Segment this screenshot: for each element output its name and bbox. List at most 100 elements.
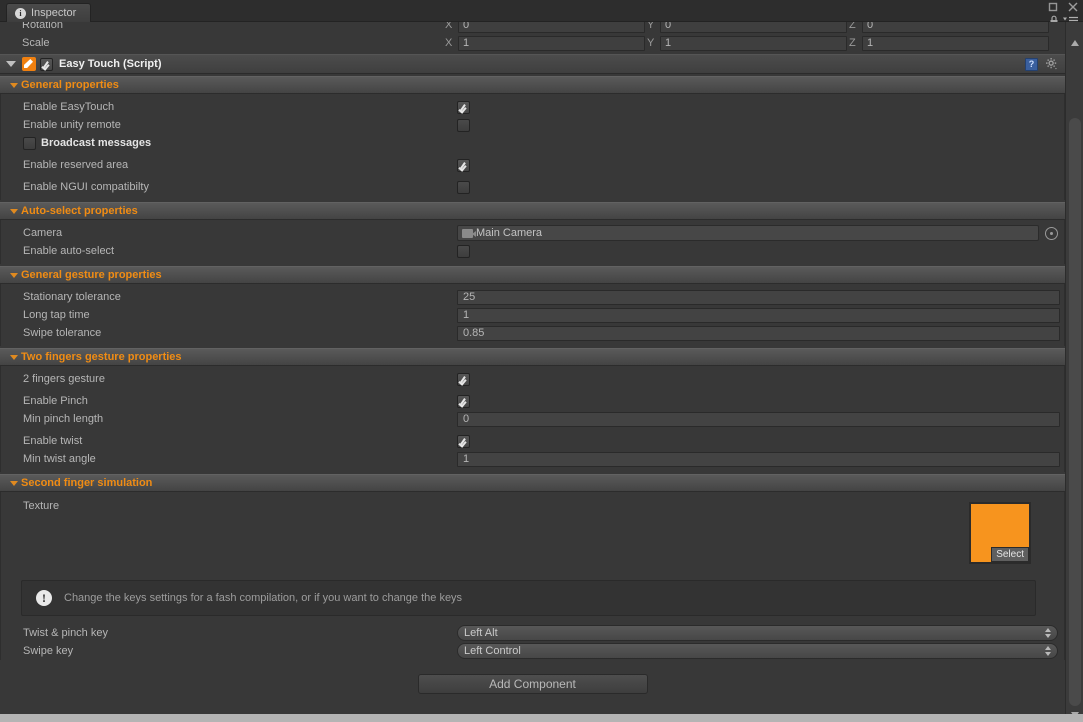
twist-pinch-key-dropdown[interactable]: Left Alt <box>457 625 1058 641</box>
help-box: ! Change the keys settings for a fash co… <box>21 580 1036 616</box>
rotation-y-field[interactable]: Y 0 <box>647 22 847 33</box>
scale-z-field[interactable]: Z 1 <box>849 35 1049 51</box>
window-controls <box>1047 1 1079 13</box>
enable-twist-checkbox[interactable] <box>457 434 470 448</box>
row-enable-easytouch: Enable EasyTouch <box>1 98 1064 116</box>
vertical-scrollbar[interactable] <box>1065 22 1083 722</box>
row-label: Enable twist <box>23 435 83 447</box>
texture-area: Texture Select <box>1 496 1064 574</box>
row-swipe-tolerance: Swipe tolerance 0.85 <box>1 324 1064 342</box>
help-box-text: Change the keys settings for a fash comp… <box>64 592 463 604</box>
min-pinch-length-input[interactable]: 0 <box>457 411 1060 427</box>
section-title: Two fingers gesture properties <box>21 351 182 363</box>
scale-z-axis: Z <box>849 37 856 49</box>
tab-inspector[interactable]: i Inspector <box>6 3 92 22</box>
chevron-updown-icon <box>1045 628 1051 638</box>
object-picker-icon[interactable] <box>1045 226 1058 240</box>
twist-pinch-key-value: Left Alt <box>464 627 498 639</box>
section-title: Second finger simulation <box>21 477 153 489</box>
close-icon[interactable] <box>1067 1 1079 13</box>
section-header-general-properties[interactable]: General properties <box>0 76 1065 94</box>
gear-icon[interactable] <box>1045 57 1059 71</box>
row-label: Min twist angle <box>23 453 96 465</box>
chevron-down-icon <box>10 480 18 486</box>
row-stationary-tolerance: Stationary tolerance 25 <box>1 288 1064 306</box>
min-twist-angle-input[interactable]: 1 <box>457 451 1060 467</box>
rotation-x-axis: X <box>445 22 453 31</box>
enable-auto-select-checkbox[interactable] <box>457 244 470 258</box>
section-body-general-properties: Enable EasyTouch Enable unity remote Bro… <box>0 94 1065 200</box>
section-title: General properties <box>21 79 119 91</box>
row-twist-pinch-key: Twist & pinch key Left Alt <box>1 624 1064 642</box>
help-book-icon[interactable]: ? <box>1025 57 1038 71</box>
enable-easytouch-checkbox[interactable] <box>457 100 470 114</box>
enable-reserved-area-checkbox[interactable] <box>457 158 470 172</box>
swipe-tolerance-input[interactable]: 0.85 <box>457 325 1060 341</box>
component-header-easy-touch[interactable]: Easy Touch (Script) ? <box>0 54 1065 74</box>
row-long-tap-time: Long tap time 1 <box>1 306 1064 324</box>
section-body-second-finger-simulation: Texture Select ! Change the keys setting… <box>0 492 1065 660</box>
section-body-two-fingers-gesture-properties: 2 fingers gesture Enable Pinch Min pinch… <box>0 366 1065 472</box>
script-icon <box>22 57 36 71</box>
chevron-updown-icon <box>1045 646 1051 656</box>
scale-label: Scale <box>22 37 50 49</box>
rotation-z-value[interactable]: 0 <box>862 22 1049 33</box>
row-label: Long tap time <box>23 309 90 321</box>
rotation-x-value[interactable]: 0 <box>458 22 645 33</box>
row-enable-unity-remote: Enable unity remote <box>1 116 1064 134</box>
camera-object-field[interactable]: Main Camera <box>457 225 1039 241</box>
scale-y-field[interactable]: Y 1 <box>647 35 847 51</box>
row-label: Enable auto-select <box>23 245 115 257</box>
row-enable-auto-select: Enable auto-select <box>1 242 1064 260</box>
texture-select-button[interactable]: Select <box>991 547 1029 562</box>
scale-z-value[interactable]: 1 <box>862 35 1049 51</box>
swipe-key-value: Left Control <box>464 645 521 657</box>
row-min-pinch-length: Min pinch length 0 <box>1 410 1064 428</box>
section-header-general-gesture-properties[interactable]: General gesture properties <box>0 266 1065 284</box>
section-title: General gesture properties <box>21 269 162 281</box>
rotation-z-field[interactable]: Z 0 <box>849 22 1049 33</box>
stationary-tolerance-input[interactable]: 25 <box>457 289 1060 305</box>
rotation-label: Rotation <box>22 22 63 31</box>
section-title: Auto-select properties <box>21 205 138 217</box>
broadcast-messages-checkbox[interactable] <box>23 136 36 150</box>
row-enable-pinch: Enable Pinch <box>1 392 1064 410</box>
row-swipe-key: Swipe key Left Control <box>1 642 1064 660</box>
scale-x-value[interactable]: 1 <box>458 35 645 51</box>
rotation-x-field[interactable]: X 0 <box>445 22 645 33</box>
enable-ngui-checkbox[interactable] <box>457 180 470 194</box>
section-header-second-finger-simulation[interactable]: Second finger simulation <box>0 474 1065 492</box>
row-label: Stationary tolerance <box>23 291 121 303</box>
row-label: Enable Pinch <box>23 395 88 407</box>
row-label: Min pinch length <box>23 413 104 425</box>
chevron-down-icon <box>10 82 18 88</box>
section-header-two-fingers-gesture-properties[interactable]: Two fingers gesture properties <box>0 348 1065 366</box>
enable-pinch-checkbox[interactable] <box>457 394 470 408</box>
component-enabled-checkbox[interactable] <box>40 57 53 71</box>
scale-y-value[interactable]: 1 <box>660 35 847 51</box>
rotation-y-value[interactable]: 0 <box>660 22 847 33</box>
texture-preview-swatch[interactable]: Select <box>969 502 1031 564</box>
rotation-y-axis: Y <box>647 22 655 31</box>
swipe-key-dropdown[interactable]: Left Control <box>457 643 1058 659</box>
inspector-content: Rotation X 0 Y 0 Z 0 Scale X 1 Y 1 Z 1 E… <box>0 22 1065 722</box>
maximize-icon[interactable] <box>1047 1 1059 13</box>
long-tap-time-input[interactable]: 1 <box>457 307 1060 323</box>
chevron-down-icon[interactable] <box>6 61 16 67</box>
scroll-up-arrow-icon[interactable] <box>1071 40 1079 46</box>
bottom-status-strip <box>0 714 1083 722</box>
component-header-icons: ? <box>1025 57 1059 71</box>
enable-unity-remote-checkbox[interactable] <box>457 118 470 132</box>
broadcast-messages-label: Broadcast messages <box>41 137 152 149</box>
info-icon: i <box>15 7 26 19</box>
inspector-window: i Inspector Rotation X 0 Y 0 Z 0 Scale X… <box>0 0 1083 722</box>
row-label: 2 fingers gesture <box>23 373 105 385</box>
two-fingers-gesture-checkbox[interactable] <box>457 372 470 386</box>
row-two-fingers-gesture: 2 fingers gesture <box>1 370 1064 388</box>
section-header-auto-select-properties[interactable]: Auto-select properties <box>0 202 1065 220</box>
add-component-button[interactable]: Add Component <box>417 674 648 694</box>
scrollbar-thumb[interactable] <box>1069 118 1081 706</box>
scale-x-field[interactable]: X 1 <box>445 35 645 51</box>
row-broadcast-messages: Broadcast messages <box>1 134 1064 152</box>
tab-inspector-label: Inspector <box>31 7 77 19</box>
